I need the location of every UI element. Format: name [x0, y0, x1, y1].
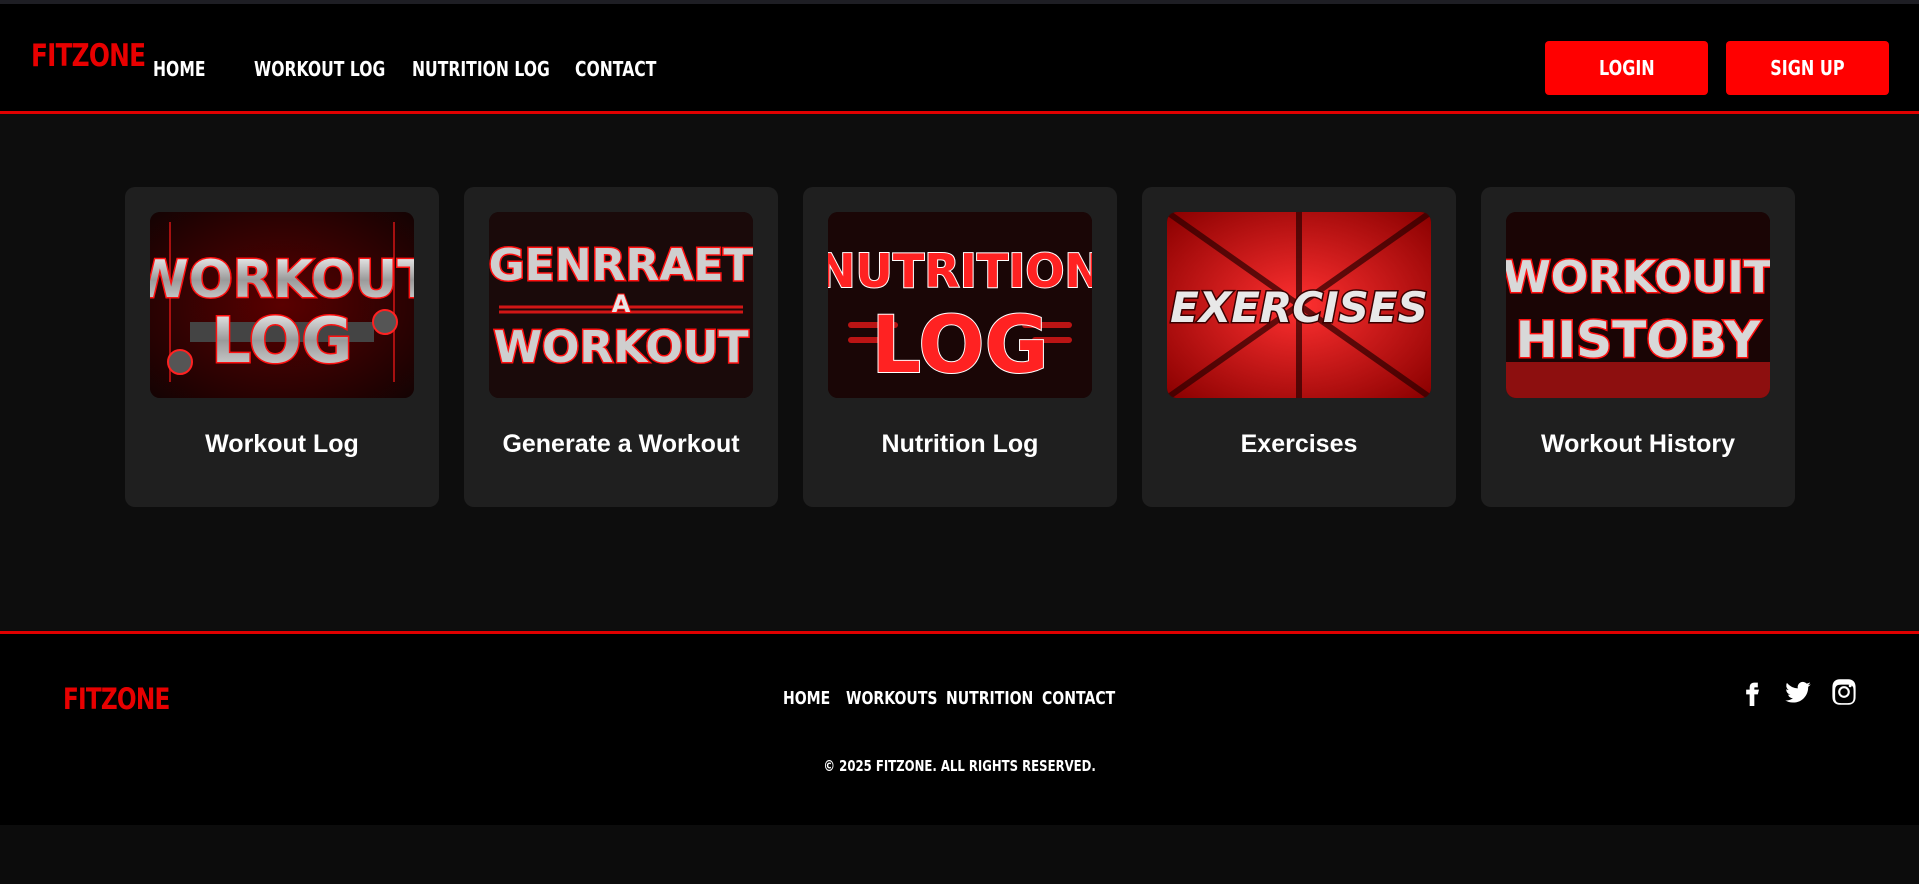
workout-log-image: WORKOUT LOG	[150, 212, 414, 398]
svg-text:WORKOUT: WORKOUT	[493, 322, 748, 373]
svg-text:WORKOUIT: WORKOUIT	[1506, 252, 1770, 303]
exercises-image: EXERCISES	[1167, 212, 1431, 398]
card-nutrition-log[interactable]: NUTRITION LOG Nutrition Log	[803, 187, 1117, 507]
site-header: FITZONE HOME WORKOUT LOG NUTRITION LOG C…	[0, 4, 1919, 114]
footer-nav-contact[interactable]: CONTACT	[1042, 688, 1115, 709]
card-workout-log[interactable]: WORKOUT LOG Workout Log	[125, 187, 439, 507]
footer-nav-nutrition[interactable]: NUTRITION	[946, 688, 1033, 709]
svg-text:WORKOUT: WORKOUT	[150, 250, 414, 310]
facebook-icon[interactable]	[1738, 678, 1784, 710]
workout-history-image: WORKOUIT HISTOBY	[1506, 212, 1770, 398]
twitter-icon[interactable]	[1784, 678, 1830, 710]
footer-nav: HOME WORKOUTS NUTRITION CONTACT	[783, 688, 1122, 709]
svg-text:NUTRITION: NUTRITION	[828, 244, 1092, 298]
card-title: Generate a Workout	[502, 430, 740, 458]
svg-text:LOG: LOG	[871, 301, 1048, 391]
nutrition-log-image: NUTRITION LOG	[828, 212, 1092, 398]
social-links	[1738, 678, 1876, 710]
nav-home[interactable]: HOME	[153, 57, 232, 81]
site-footer: FITZONE HOME WORKOUTS NUTRITION CONTACT …	[0, 631, 1919, 825]
card-title: Workout History	[1541, 430, 1735, 458]
signup-button[interactable]: SIGN UP	[1726, 41, 1889, 95]
svg-text:EXERCISES: EXERCISES	[1170, 283, 1428, 332]
footer-logo[interactable]: FITZONE	[63, 682, 170, 716]
card-workout-history[interactable]: WORKOUIT HISTOBY Workout History	[1481, 187, 1795, 507]
card-title: Workout Log	[205, 430, 359, 458]
generate-workout-image: GENRRAET A WORKOUT	[489, 212, 753, 398]
nav-workout-log[interactable]: WORKOUT LOG	[254, 57, 385, 81]
page-bottom-area	[0, 825, 1919, 884]
card-title: Exercises	[1240, 430, 1358, 458]
nav-contact[interactable]: CONTACT	[575, 57, 656, 81]
card-exercises[interactable]: EXERCISES Exercises	[1142, 187, 1456, 507]
footer-nav-workouts[interactable]: WORKOUTS	[846, 688, 938, 709]
svg-text:HISTOBY: HISTOBY	[1516, 311, 1761, 369]
site-logo[interactable]: FITZONE	[31, 38, 146, 74]
svg-text:GENRRAET: GENRRAET	[489, 240, 753, 291]
copyright-text: © 2025 FITZONE. ALL RIGHTS RESERVED.	[823, 757, 1096, 775]
login-button[interactable]: LOGIN	[1545, 41, 1708, 95]
feature-cards: WORKOUT LOG Workout Log GENRRAET A WORKO…	[125, 187, 1795, 507]
main-nav: HOME WORKOUT LOG NUTRITION LOG CONTACT	[153, 57, 665, 81]
card-title: Nutrition Log	[881, 430, 1039, 458]
card-generate-workout[interactable]: GENRRAET A WORKOUT Generate a Workout	[464, 187, 778, 507]
instagram-icon[interactable]	[1830, 678, 1876, 710]
svg-text:A: A	[612, 290, 631, 318]
nav-nutrition-log[interactable]: NUTRITION LOG	[412, 57, 550, 81]
svg-text:LOG: LOG	[212, 304, 353, 377]
footer-nav-home[interactable]: HOME	[783, 688, 832, 709]
